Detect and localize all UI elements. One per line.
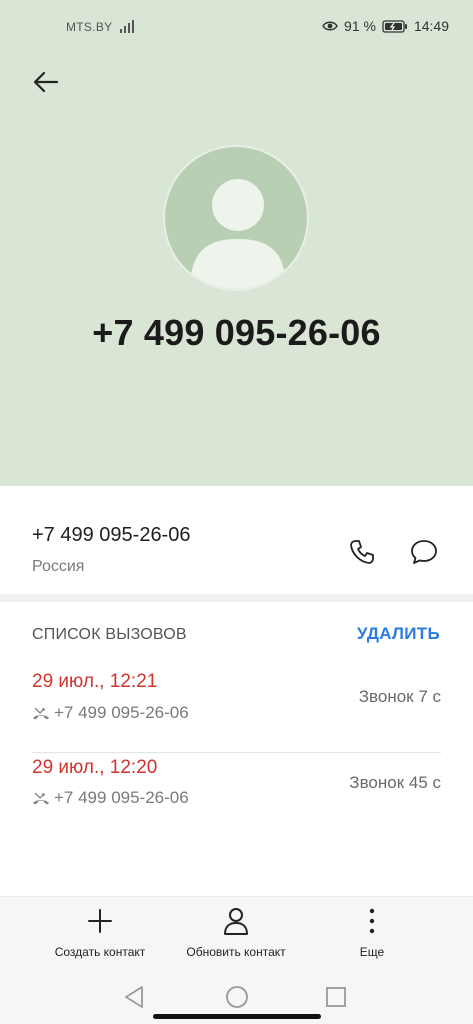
call-number: +7 499 095-26-06 xyxy=(54,788,189,807)
more-button[interactable]: Еще xyxy=(348,905,396,959)
contact-header: MTS.BY 91 % 14:49 +7 499 095-26-06 xyxy=(0,0,473,486)
battery-icon xyxy=(382,19,407,33)
header-phone-number: +7 499 095-26-06 xyxy=(92,312,381,353)
eye-icon xyxy=(322,21,338,31)
status-bar: MTS.BY 91 % 14:49 xyxy=(0,0,473,52)
plus-icon xyxy=(88,909,112,933)
create-contact-button[interactable]: Создать контакт xyxy=(46,905,154,959)
clock: 14:49 xyxy=(413,18,449,34)
call-log-item[interactable]: 29 июл., 12:21 +7 499 095-26-06 Звонок 7… xyxy=(32,668,441,752)
nav-home-icon[interactable] xyxy=(224,984,250,1010)
avatar xyxy=(163,145,309,291)
call-button[interactable] xyxy=(342,532,382,572)
missed-call-icon xyxy=(33,792,49,805)
call-number-row: +7 499 095-26-06 xyxy=(32,788,189,808)
call-log-title: СПИСОК ВЫЗОВОВ xyxy=(32,626,187,643)
nav-recent-apps-icon[interactable] xyxy=(324,985,348,1009)
more-label: Еще xyxy=(359,945,385,959)
phone-number: +7 499 095-26-06 xyxy=(32,524,191,546)
carrier-name: MTS.BY xyxy=(66,20,113,34)
country-label: Россия xyxy=(32,558,85,575)
person-avatar-icon xyxy=(191,179,285,289)
contact-number-row: +7 499 095-26-06 Россия xyxy=(0,504,473,592)
delete-button[interactable]: УДАЛИТЬ xyxy=(357,624,440,644)
update-contact-label: Обновить контакт xyxy=(186,945,286,959)
message-icon xyxy=(411,540,437,564)
call-duration: Звонок 45 с xyxy=(349,773,441,792)
section-divider xyxy=(0,594,473,602)
bottom-action-bar: Создать контакт Обновить контакт Еще xyxy=(0,896,473,976)
status-right: 91 % 14:49 xyxy=(322,18,449,34)
signal-icon xyxy=(120,20,134,33)
message-button[interactable] xyxy=(404,532,444,572)
call-date: 29 июл., 12:20 xyxy=(32,757,158,778)
person-icon xyxy=(224,908,248,935)
create-contact-label: Создать контакт xyxy=(54,945,146,959)
call-number: +7 499 095-26-06 xyxy=(54,703,189,722)
missed-call-icon xyxy=(33,707,49,720)
call-date: 29 июл., 12:21 xyxy=(32,671,158,692)
update-contact-button[interactable]: Обновить контакт xyxy=(176,905,296,959)
nav-back-icon[interactable] xyxy=(122,984,148,1010)
arrow-left-icon xyxy=(33,71,59,93)
call-log-item[interactable]: 29 июл., 12:20 +7 499 095-26-06 Звонок 4… xyxy=(32,752,441,836)
phone-icon xyxy=(350,540,374,564)
call-number-row: +7 499 095-26-06 xyxy=(32,703,189,723)
battery-percent: 91 % xyxy=(344,18,376,34)
more-vertical-icon xyxy=(369,908,375,934)
home-indicator[interactable] xyxy=(153,1014,321,1019)
call-duration: Звонок 7 с xyxy=(358,687,441,706)
system-navigation-bar xyxy=(0,976,473,1024)
back-button[interactable] xyxy=(26,62,66,102)
